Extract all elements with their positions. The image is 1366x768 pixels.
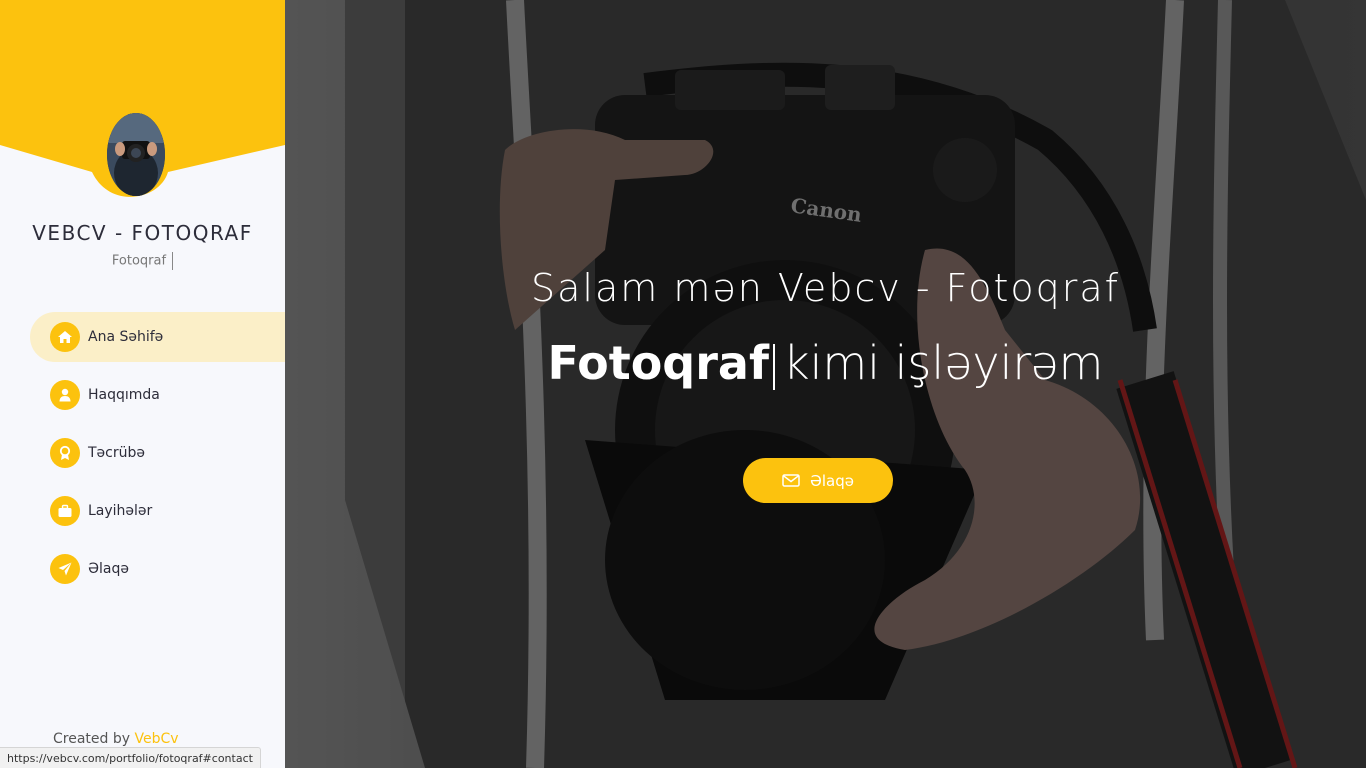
nav-item-home[interactable]: Ana Səhifə bbox=[30, 312, 285, 362]
contact-button-label: Əlaqə bbox=[810, 471, 854, 490]
hero-greeting: Salam mən Vebcv - Fotoqraf bbox=[530, 266, 1120, 310]
nav-item-about[interactable]: Haqqımda bbox=[30, 370, 285, 420]
nav-item-label: Haqqımda bbox=[88, 387, 160, 403]
user-icon bbox=[50, 380, 80, 410]
sidebar: VEBCV - FOTOQRAF Fotoqraf Ana Səhifə Haq… bbox=[0, 0, 285, 768]
award-icon bbox=[50, 438, 80, 468]
credit-brand-link[interactable]: VebCv bbox=[134, 731, 178, 747]
hero-headline-rest: kimi işləyirəm bbox=[782, 336, 1104, 390]
avatar-photo bbox=[107, 113, 165, 196]
nav-item-label: Təcrübə bbox=[88, 445, 145, 461]
mail-icon bbox=[782, 474, 800, 487]
nav-item-label: Layihələr bbox=[88, 503, 153, 519]
nav-item-experience[interactable]: Təcrübə bbox=[30, 428, 285, 478]
paper-plane-icon bbox=[50, 554, 80, 584]
hero-section: Canon Salam mən Vebcv - Fotoqraf Fotoqra… bbox=[285, 0, 1366, 768]
site-subtitle: Fotoqraf bbox=[0, 252, 285, 270]
credit-line: Created by VebCv bbox=[53, 731, 179, 747]
hero-headline: Fotoqraf kimi işləyirəm bbox=[285, 336, 1366, 390]
contact-button[interactable]: Əlaqə bbox=[743, 458, 893, 503]
status-bar-url: https://vebcv.com/portfolio/fotoqraf#con… bbox=[0, 747, 261, 768]
typed-cursor bbox=[772, 343, 775, 390]
avatar[interactable] bbox=[107, 113, 165, 196]
nav-item-projects[interactable]: Layihələr bbox=[30, 486, 285, 536]
typing-cursor bbox=[172, 252, 174, 270]
briefcase-icon bbox=[50, 496, 80, 526]
nav-item-label: Əlaqə bbox=[88, 561, 129, 577]
credit-prefix: Created by bbox=[53, 731, 131, 747]
home-icon bbox=[50, 322, 80, 352]
site-title: VEBCV - FOTOQRAF bbox=[32, 221, 253, 245]
nav-item-label: Ana Səhifə bbox=[88, 329, 164, 345]
hero-role: Fotoqraf bbox=[547, 336, 769, 390]
nav-item-contact[interactable]: Əlaqə bbox=[30, 544, 285, 594]
sidebar-nav: Ana Səhifə Haqqımda Təcrübə Layihələr Əl… bbox=[30, 312, 285, 602]
site-subtitle-text: Fotoqraf bbox=[111, 253, 167, 269]
